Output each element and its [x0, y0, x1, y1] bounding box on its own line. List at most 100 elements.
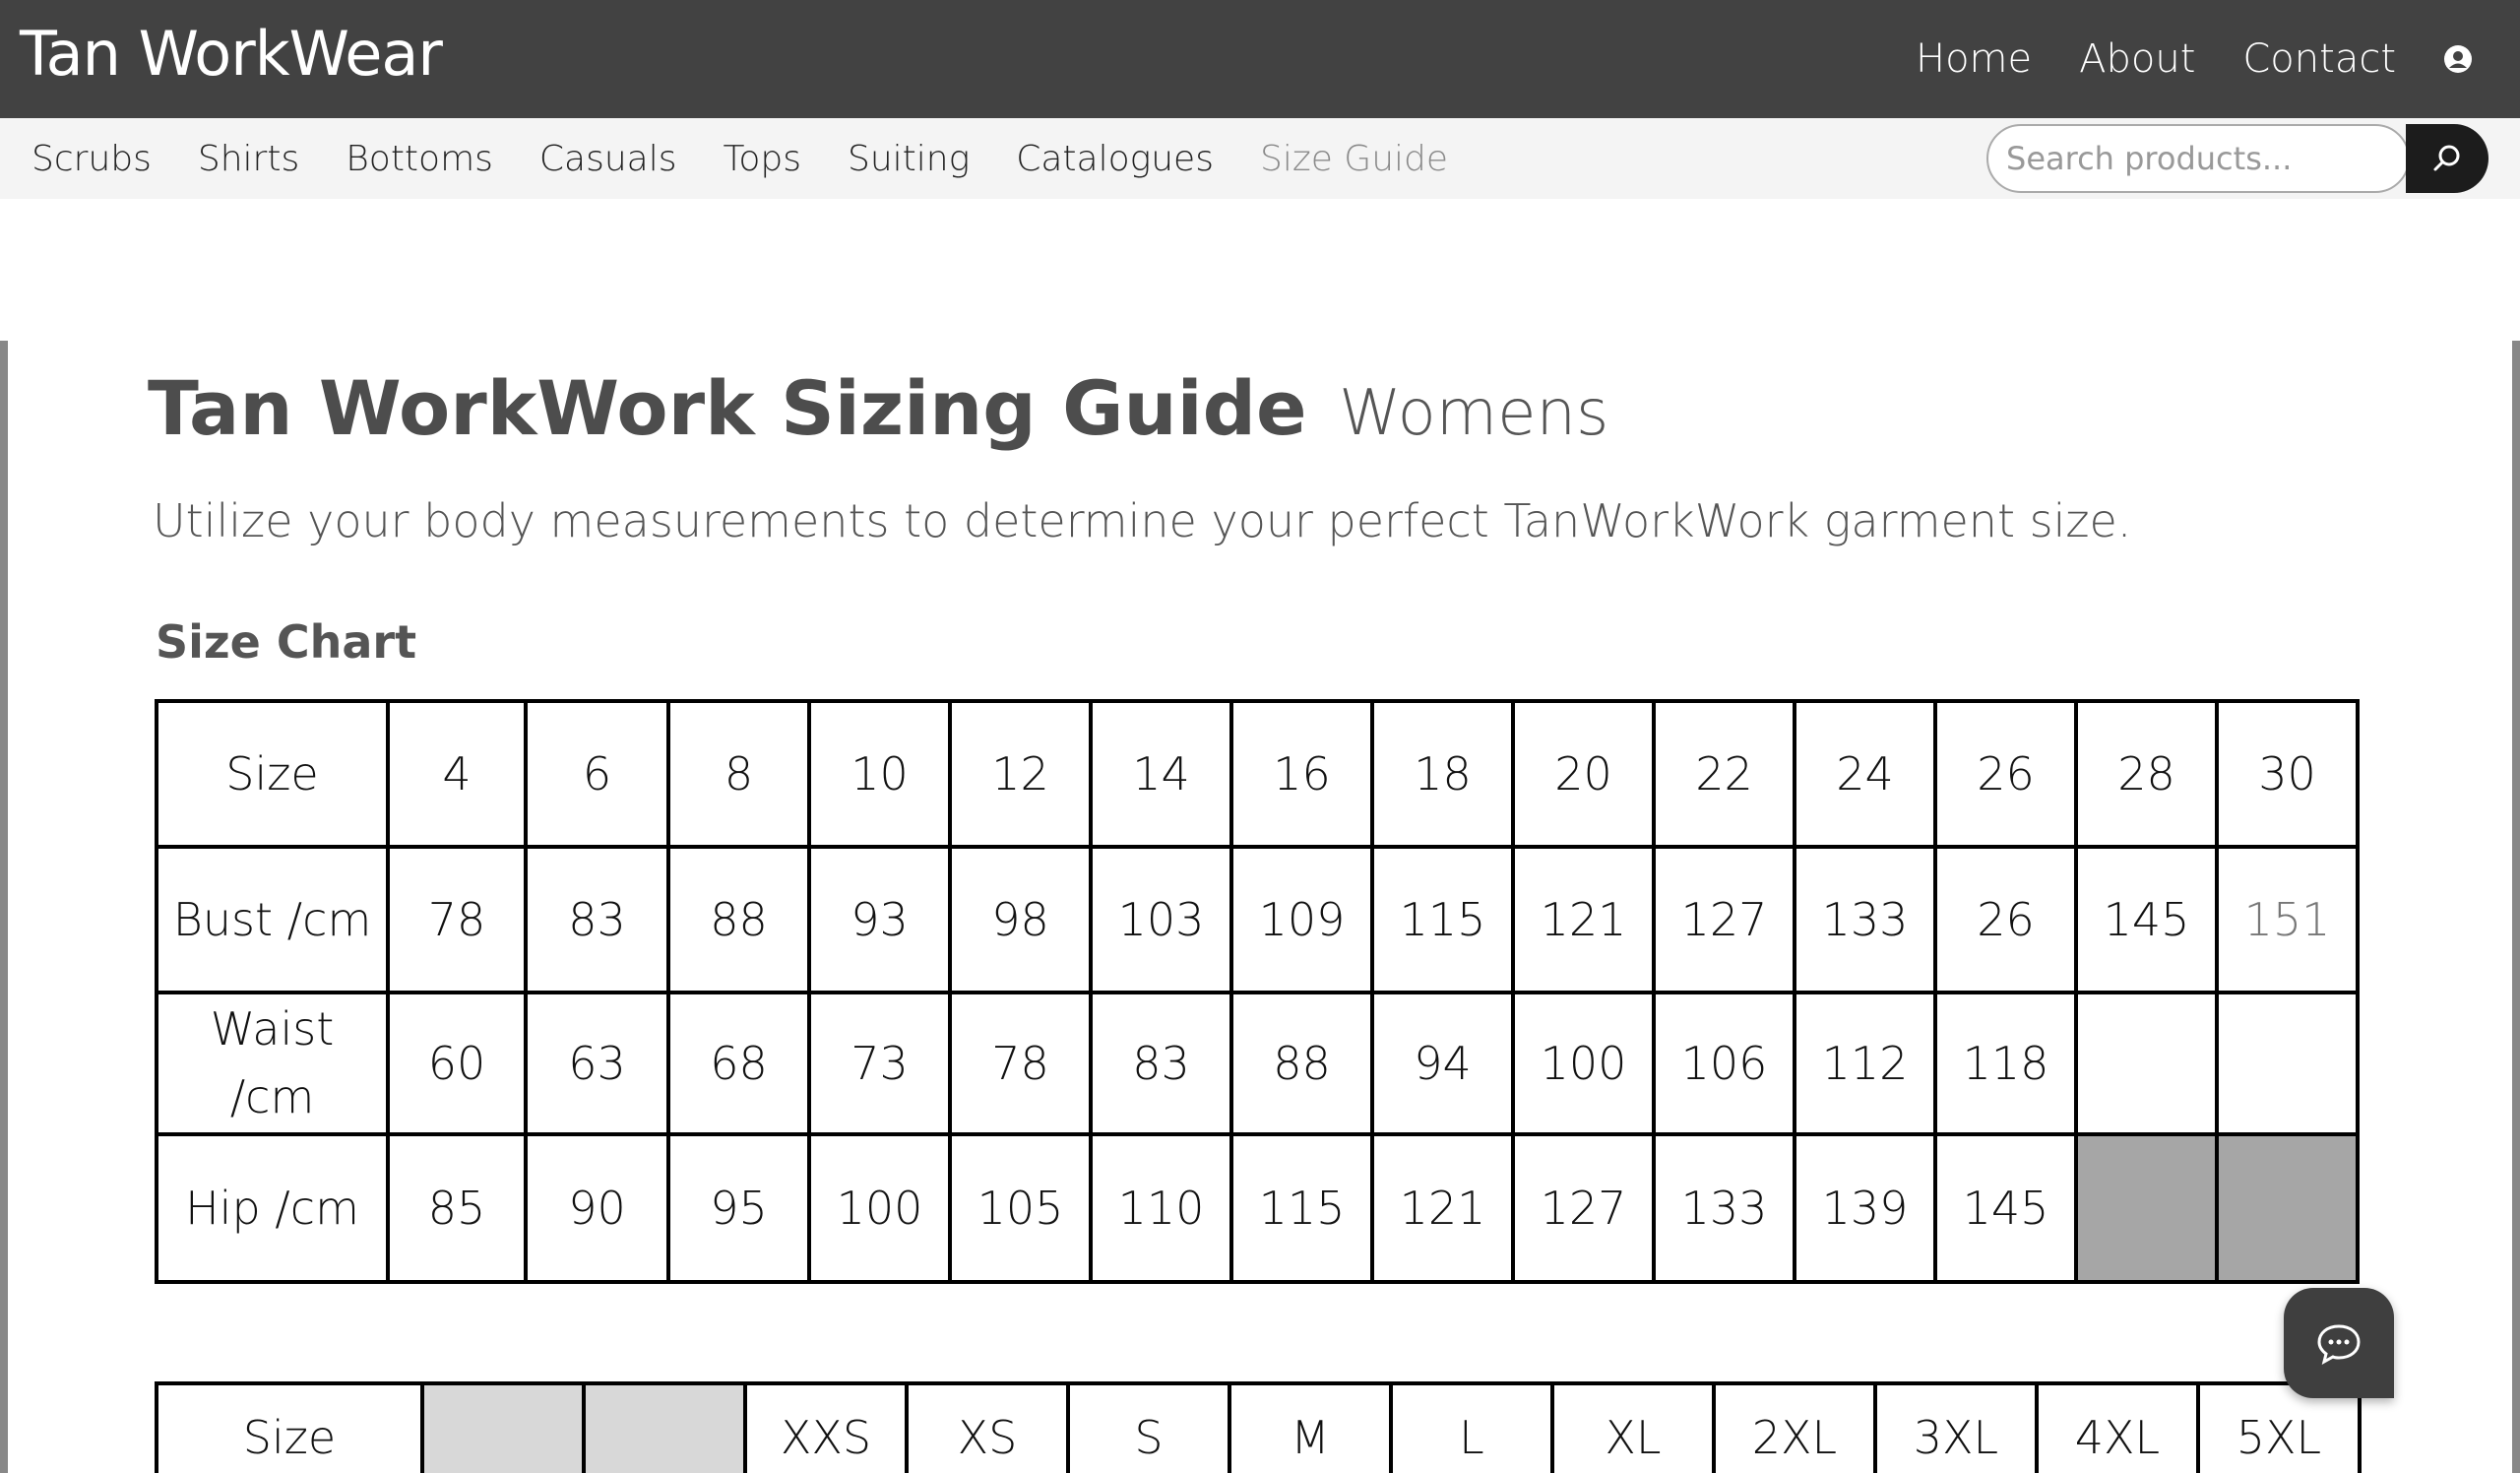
table-row: Size XXS XS S M L XL 2XL 3XL 4XL 5XL: [155, 1381, 2362, 1473]
category-casuals[interactable]: Casuals: [539, 139, 677, 179]
size-chart-heading: Size Chart: [156, 615, 417, 669]
content-left-border: [0, 341, 8, 1473]
size-cell: 60: [386, 991, 528, 1136]
size-cell: L: [1389, 1381, 1554, 1473]
size-cell: 95: [666, 1132, 811, 1284]
table-row: Bust /cm 78 83 88 93 98 103 109 115 121 127 133 26 14…: [155, 845, 2360, 994]
content-right-border: [2512, 341, 2520, 1473]
size-cell: [2074, 1132, 2219, 1284]
size-cell: 78: [386, 845, 528, 994]
size-cell: 2XL: [1712, 1381, 1877, 1473]
search-icon: [2433, 145, 2460, 171]
size-cell: 22: [1652, 699, 1796, 849]
size-cell: 151: [2215, 845, 2360, 994]
user-circle-icon[interactable]: [2443, 44, 2473, 74]
size-cell: XS: [905, 1381, 1070, 1473]
brand-logo[interactable]: Tan WorkWear: [20, 18, 443, 90]
category-nav: Scrubs Shirts Bottoms Casuals Tops Suiti…: [32, 118, 1494, 199]
size-cell: 68: [666, 991, 811, 1136]
nav-about-link[interactable]: About: [2079, 36, 2195, 82]
size-cell: 88: [666, 845, 811, 994]
category-shirts[interactable]: Shirts: [198, 139, 299, 179]
size-cell: 83: [1089, 991, 1233, 1136]
table-row: Hip /cm 85 90 95 100 105 110 115 121 127 133 139 145: [155, 1132, 2360, 1284]
size-cell: 133: [1793, 845, 1937, 994]
search-input[interactable]: [1986, 124, 2410, 193]
size-cell: 100: [1511, 991, 1656, 1136]
row-label: Waist /cm: [155, 991, 390, 1136]
size-cell: 109: [1229, 845, 1374, 994]
page-title-text: Tan WorkWork Sizing Guide: [148, 364, 1307, 452]
size-cell: 28: [2074, 699, 2219, 849]
category-tops[interactable]: Tops: [724, 139, 802, 179]
nav-home-link[interactable]: Home: [1916, 36, 2032, 82]
size-cell: XL: [1550, 1381, 1716, 1473]
size-cell: 105: [948, 1132, 1093, 1284]
size-cell: 26: [1933, 699, 2078, 849]
category-catalogues[interactable]: Catalogues: [1016, 139, 1214, 179]
size-cell: 93: [807, 845, 952, 994]
size-cell: S: [1066, 1381, 1231, 1473]
row-label: Size: [155, 699, 390, 849]
size-cell: 3XL: [1873, 1381, 2039, 1473]
size-cell: 106: [1652, 991, 1796, 1136]
size-cell: 118: [1933, 991, 2078, 1136]
size-cell: 121: [1370, 1132, 1515, 1284]
size-cell: 139: [1793, 1132, 1937, 1284]
size-cell: 20: [1511, 699, 1656, 849]
size-cell: 90: [524, 1132, 670, 1284]
category-size-guide[interactable]: Size Guide: [1260, 139, 1448, 179]
top-header: Tan WorkWear Home About Contact: [0, 0, 2520, 118]
chat-bubble-icon: [2317, 1324, 2361, 1365]
size-cell: 24: [1793, 699, 1937, 849]
nav-contact-link[interactable]: Contact: [2242, 36, 2396, 82]
size-cell: 133: [1652, 1132, 1796, 1284]
top-nav: Home About Contact: [1916, 0, 2520, 118]
size-cell: 100: [807, 1132, 952, 1284]
size-cell: 4: [386, 699, 528, 849]
intro-text: Utilize your body measurements to determ…: [153, 494, 2132, 547]
chat-button[interactable]: [2284, 1288, 2394, 1398]
size-cell: 112: [1793, 991, 1937, 1136]
size-chart-table: Size 4 6 8 10 12 14 16 18 20 22 24 26 28 30 Bust /cm 78 8…: [155, 699, 2360, 1284]
category-suiting[interactable]: Suiting: [848, 139, 970, 179]
size-cell: 10: [807, 699, 952, 849]
size-cell: 18: [1370, 699, 1515, 849]
size-cell: XXS: [743, 1381, 909, 1473]
size-cell: 94: [1370, 991, 1515, 1136]
category-bottoms[interactable]: Bottoms: [346, 139, 493, 179]
size-cell: [2215, 1132, 2360, 1284]
page-title: Tan WorkWork Sizing Guide Womens: [148, 364, 1608, 452]
size-cell: [2215, 991, 2360, 1136]
page-title-suffix: Womens: [1339, 377, 1609, 450]
size-cell: 6: [524, 699, 670, 849]
size-cell: 8: [666, 699, 811, 849]
table-row: Waist /cm 60 63 68 73 78 83 88 94 100 106 112 118: [155, 991, 2360, 1136]
row-label: Bust /cm: [155, 845, 390, 994]
category-scrubs[interactable]: Scrubs: [32, 139, 152, 179]
size-cell: 26: [1933, 845, 2078, 994]
size-cell: 103: [1089, 845, 1233, 994]
size-cell: 4XL: [2035, 1381, 2200, 1473]
size-cell: 63: [524, 991, 670, 1136]
size-cell: 14: [1089, 699, 1233, 849]
size-cell: 12: [948, 699, 1093, 849]
size-cell: 85: [386, 1132, 528, 1284]
size-cell: 127: [1511, 1132, 1656, 1284]
search-button[interactable]: [2406, 124, 2488, 193]
size-cell: 30: [2215, 699, 2360, 849]
size-cell: [420, 1381, 586, 1473]
size-cell: [582, 1381, 747, 1473]
size-cell: 78: [948, 991, 1093, 1136]
size-cell: 145: [2074, 845, 2219, 994]
size-cell: 88: [1229, 991, 1374, 1136]
row-label: Size: [155, 1381, 424, 1473]
size-cell: M: [1228, 1381, 1393, 1473]
size-cell: [2074, 991, 2219, 1136]
letter-size-table: Size XXS XS S M L XL 2XL 3XL 4XL 5XL: [155, 1381, 2362, 1473]
size-cell: 145: [1933, 1132, 2078, 1284]
size-cell: 110: [1089, 1132, 1233, 1284]
row-label: Hip /cm: [155, 1132, 390, 1284]
size-cell: 115: [1229, 1132, 1374, 1284]
size-cell: 127: [1652, 845, 1796, 994]
